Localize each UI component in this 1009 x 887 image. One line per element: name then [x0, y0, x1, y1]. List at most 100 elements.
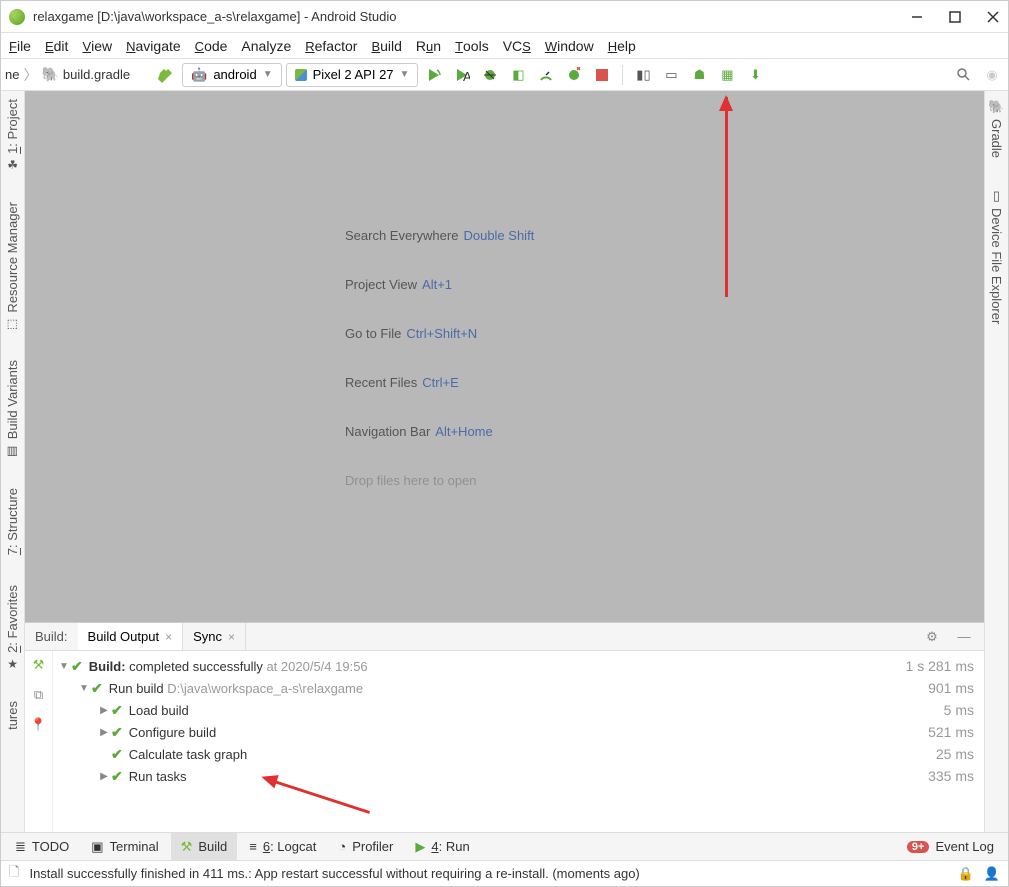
app-icon — [9, 9, 25, 25]
sidebar-tab-captures[interactable]: tures — [5, 701, 20, 730]
sidebar-tab-gradle[interactable]: 🐘Gradle — [988, 99, 1004, 158]
search-icon[interactable] — [952, 63, 976, 87]
pin-icon[interactable]: 📍 — [30, 717, 46, 733]
gradle-icon: 🐘 — [41, 66, 58, 83]
menu-view[interactable]: View — [82, 38, 112, 54]
status-icon[interactable]: 🗋 — [9, 863, 19, 885]
hammer-icon[interactable] — [154, 63, 178, 87]
tab-sync[interactable]: Sync× — [183, 623, 246, 650]
coverage-button[interactable]: ◧ — [506, 63, 530, 87]
menu-help[interactable]: Help — [608, 38, 636, 54]
tree-row[interactable]: ▼ ✔ Build: completed successfully at 202… — [57, 655, 974, 677]
sidebar-tab-project[interactable]: ☘1: Project — [5, 99, 20, 172]
check-icon: ✔ — [71, 658, 83, 675]
tab-profiler[interactable]: ◔Profiler — [328, 833, 403, 860]
tab-build-output[interactable]: Build Output× — [78, 623, 184, 650]
sidebar-tab-resource-manager[interactable]: ⬚Resource Manager — [5, 202, 20, 331]
sidebar-tab-structure[interactable]: 7: Structure — [5, 488, 20, 555]
check-icon: ✔ — [91, 680, 103, 697]
main-area: ☘1: Project ⬚Resource Manager ▥Build Var… — [1, 91, 1008, 832]
menu-navigate[interactable]: Navigate — [126, 38, 181, 54]
tab-todo[interactable]: ≣TODO — [5, 833, 79, 860]
menu-window[interactable]: Window — [545, 38, 594, 54]
device-dropdown[interactable]: Pixel 2 API 27 ▼ — [286, 63, 419, 87]
menu-build[interactable]: Build — [371, 38, 401, 54]
menu-run[interactable]: Run — [416, 38, 441, 54]
avd-manager-button[interactable]: ▮▯ — [631, 63, 655, 87]
menu-edit[interactable]: Edit — [45, 38, 68, 54]
separator — [622, 65, 623, 85]
resource-manager-button[interactable]: ▦ — [715, 63, 739, 87]
title-bar: relaxgame [D:\java\workspace_a-s\relaxga… — [1, 1, 1008, 33]
sidebar-tab-build-variants[interactable]: ▥Build Variants — [5, 360, 20, 457]
tree-row[interactable]: ▶ ✔ Run tasks 335 ms — [57, 765, 974, 787]
toggle-icon[interactable]: ⧉ — [34, 687, 43, 703]
build-tree[interactable]: ▼ ✔ Build: completed successfully at 202… — [53, 651, 984, 832]
tree-row[interactable]: ▼ ✔ Run build D:\java\workspace_a-s\rela… — [57, 677, 974, 699]
breadcrumb[interactable]: ne 〉 🐘 build.gradle — [5, 65, 130, 85]
sidebar-tab-device-file-explorer[interactable]: ▯Device File Explorer — [989, 188, 1004, 324]
apply-changes-button[interactable]: A — [450, 63, 474, 87]
stop-button[interactable] — [590, 63, 614, 87]
debug-button[interactable] — [478, 63, 502, 87]
close-icon[interactable]: × — [228, 630, 235, 644]
close-button[interactable] — [986, 10, 1000, 24]
minimize-panel-icon[interactable]: — — [952, 625, 976, 649]
tree-row[interactable]: ▶ ✔ Load build 5 ms — [57, 699, 974, 721]
menu-file[interactable]: File — [9, 38, 31, 54]
breadcrumb-item[interactable]: ne — [5, 67, 19, 82]
profile-button[interactable] — [534, 63, 558, 87]
attach-debugger-button[interactable] — [562, 63, 586, 87]
tab-logcat[interactable]: ≡6: Logcat — [239, 833, 326, 860]
menu-vcs[interactable]: VCS — [503, 38, 531, 54]
tip-recent-files: Recent Files Ctrl+E — [345, 371, 984, 392]
menu-analyze[interactable]: Analyze — [241, 38, 291, 54]
tab-run[interactable]: ▶4: Run — [405, 833, 479, 860]
gear-icon[interactable]: ⚙ — [920, 625, 944, 649]
close-icon[interactable]: × — [165, 630, 172, 644]
build-panel-tabs: Build: Build Output× Sync× ⚙ — — [25, 623, 984, 651]
chevron-down-icon[interactable]: ▼ — [57, 661, 71, 672]
build-panel-label: Build: — [25, 629, 78, 644]
notification-badge: 9+ — [907, 841, 930, 853]
menu-code[interactable]: Code — [195, 38, 228, 54]
chevron-down-icon[interactable]: ▼ — [77, 683, 91, 694]
window-title: relaxgame [D:\java\workspace_a-s\relaxga… — [33, 9, 910, 24]
maximize-button[interactable] — [948, 10, 962, 24]
android-icon: 🤖 — [191, 67, 207, 83]
tree-row[interactable]: ✔ Calculate task graph 25 ms — [57, 743, 974, 765]
sidebar-tab-favorites[interactable]: ★2: Favorites — [5, 585, 20, 671]
user-icon[interactable]: ◉ — [980, 63, 1004, 87]
run-button[interactable] — [422, 63, 446, 87]
tip-search: Search Everywhere Double Shift — [345, 224, 984, 245]
chevron-right-icon[interactable]: ▶ — [97, 727, 111, 738]
run-config-dropdown[interactable]: 🤖 android ▼ — [182, 63, 281, 87]
status-bar: 🗋 Install successfully finished in 411 m… — [1, 860, 1008, 886]
lock-icon[interactable]: 🔒 — [958, 866, 974, 882]
status-message: Install successfully finished in 411 ms.… — [29, 866, 639, 881]
check-icon: ✔ — [111, 768, 123, 785]
layout-inspector-button[interactable]: ☗ — [687, 63, 711, 87]
tab-build[interactable]: ⚒Build — [171, 833, 238, 860]
tab-event-log[interactable]: 9+Event Log — [897, 833, 1004, 860]
menu-tools[interactable]: Tools — [455, 38, 489, 54]
chevron-right-icon[interactable]: ▶ — [97, 771, 111, 782]
sync-button[interactable]: ⬇ — [743, 63, 767, 87]
tab-terminal[interactable]: ▣Terminal — [81, 833, 168, 860]
tree-row[interactable]: ▶ ✔ Configure build 521 ms — [57, 721, 974, 743]
menu-refactor[interactable]: Refactor — [305, 38, 357, 54]
sdk-manager-button[interactable]: ▭ — [659, 63, 683, 87]
run-config-label: android — [213, 67, 256, 82]
minimize-button[interactable] — [910, 10, 924, 24]
svg-text:A: A — [463, 69, 470, 83]
memory-indicator-icon[interactable]: 👤 — [984, 866, 1000, 882]
chevron-down-icon: ▼ — [400, 69, 410, 80]
chevron-right-icon[interactable]: ▶ — [97, 705, 111, 716]
hammer-icon[interactable]: ⚒ — [33, 657, 45, 673]
toolbar: ne 〉 🐘 build.gradle 🤖 android ▼ Pixel 2 … — [1, 59, 1008, 91]
tip-drop-files: Drop files here to open — [345, 469, 984, 490]
bottom-tool-bar: ≣TODO ▣Terminal ⚒Build ≡6: Logcat ◔Profi… — [1, 832, 1008, 860]
left-tool-gutter: ☘1: Project ⬚Resource Manager ▥Build Var… — [1, 91, 25, 832]
breadcrumb-item[interactable]: build.gradle — [63, 67, 130, 82]
menu-bar: File Edit View Navigate Code Analyze Ref… — [1, 33, 1008, 59]
